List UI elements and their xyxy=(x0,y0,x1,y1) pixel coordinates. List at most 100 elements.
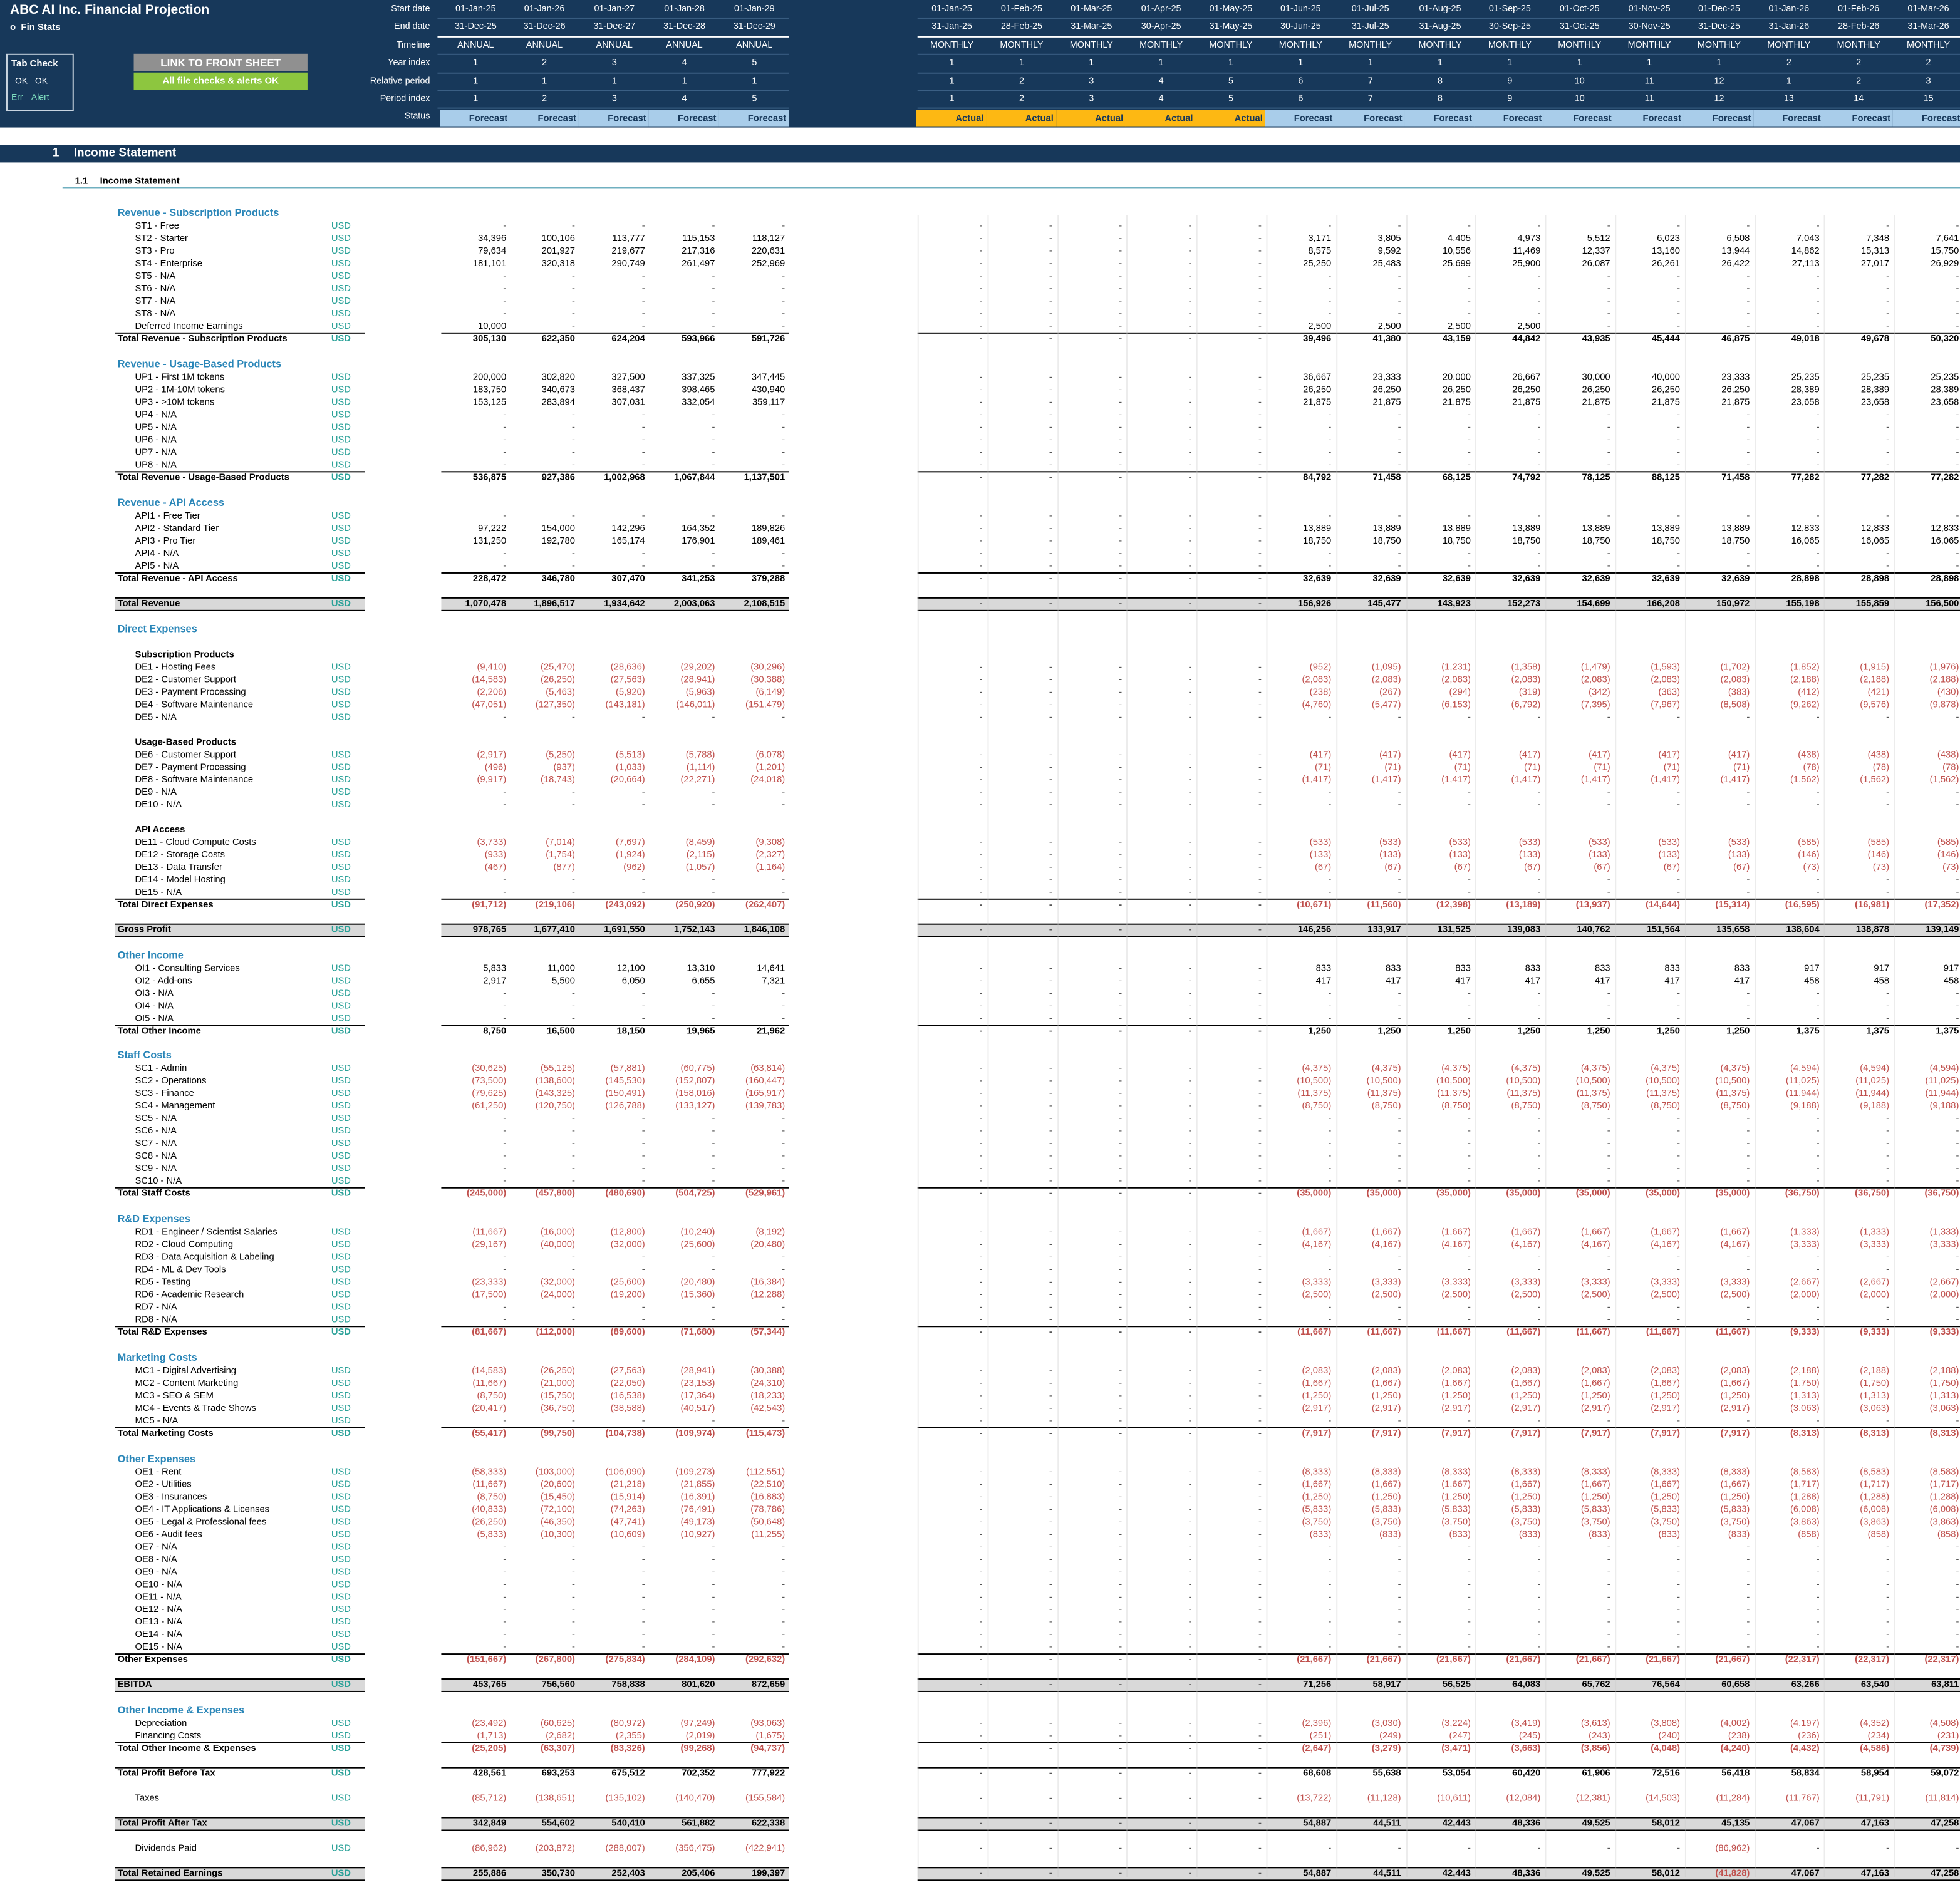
annual-value-cell[interactable]: 18,150 xyxy=(580,1025,645,1037)
annual-value-cell[interactable]: - xyxy=(580,282,645,295)
monthly-value-cell[interactable]: - xyxy=(987,874,1052,886)
monthly-value-cell[interactable]: (6,008) xyxy=(1894,1504,1959,1516)
annual-value-cell[interactable]: - xyxy=(510,295,575,307)
monthly-value-cell[interactable]: - xyxy=(1545,1553,1610,1566)
annual-value-cell[interactable]: 398,465 xyxy=(650,384,715,396)
monthly-value-cell[interactable]: (10,500) xyxy=(1336,1075,1401,1087)
monthly-value-cell[interactable]: 78,125 xyxy=(1545,471,1610,483)
monthly-value-cell[interactable]: (11,944) xyxy=(1824,1087,1889,1100)
monthly-value-cell[interactable]: (833) xyxy=(1406,1529,1470,1541)
annual-value-cell[interactable]: (504,725) xyxy=(650,1187,715,1200)
monthly-value-cell[interactable]: (14,503) xyxy=(1615,1792,1680,1805)
monthly-value-cell[interactable]: - xyxy=(1127,471,1192,483)
monthly-value-cell[interactable]: (9,188) xyxy=(1755,1100,1820,1112)
monthly-value-cell[interactable]: (11,667) xyxy=(1336,1326,1401,1338)
annual-value-cell[interactable]: (63,307) xyxy=(510,1742,575,1755)
annual-value-cell[interactable]: 113,777 xyxy=(580,232,645,245)
annual-value-cell[interactable]: - xyxy=(441,220,506,232)
annual-value-cell[interactable]: - xyxy=(720,1313,785,1326)
annual-value-cell[interactable]: 428,561 xyxy=(441,1767,506,1780)
annual-value-cell[interactable]: (480,690) xyxy=(580,1187,645,1200)
monthly-value-cell[interactable]: - xyxy=(918,1479,983,1491)
monthly-value-cell[interactable]: - xyxy=(1266,1251,1331,1264)
monthly-value-cell[interactable]: - xyxy=(1127,1516,1192,1529)
monthly-value-cell[interactable]: - xyxy=(1127,1616,1192,1628)
monthly-value-cell[interactable]: - xyxy=(1127,1390,1192,1402)
monthly-value-cell[interactable]: - xyxy=(1476,1591,1540,1603)
annual-value-cell[interactable]: (133,127) xyxy=(650,1100,715,1112)
annual-value-cell[interactable]: - xyxy=(650,711,715,723)
monthly-value-cell[interactable]: - xyxy=(987,1288,1052,1301)
monthly-value-cell[interactable]: - xyxy=(1196,421,1262,433)
monthly-value-cell[interactable]: - xyxy=(918,1112,983,1125)
monthly-value-cell[interactable]: - xyxy=(1615,1603,1680,1616)
monthly-value-cell[interactable]: (1,313) xyxy=(1824,1390,1889,1402)
monthly-value-cell[interactable]: (73) xyxy=(1824,861,1889,874)
monthly-value-cell[interactable]: - xyxy=(918,699,983,711)
annual-value-cell[interactable]: (22,510) xyxy=(720,1479,785,1491)
annual-value-cell[interactable]: - xyxy=(580,1641,645,1653)
annual-value-cell[interactable]: - xyxy=(650,987,715,999)
annual-value-cell[interactable]: (27,563) xyxy=(580,1365,645,1377)
monthly-value-cell[interactable]: - xyxy=(987,1402,1052,1415)
monthly-value-cell[interactable]: - xyxy=(1266,560,1331,572)
annual-value-cell[interactable]: 320,318 xyxy=(510,257,575,270)
annual-value-cell[interactable]: (89,600) xyxy=(580,1326,645,1338)
monthly-value-cell[interactable]: 417 xyxy=(1336,975,1401,988)
monthly-value-cell[interactable]: - xyxy=(1127,1326,1192,1338)
monthly-value-cell[interactable]: - xyxy=(1406,1616,1471,1628)
monthly-value-cell[interactable]: 131,525 xyxy=(1406,924,1471,936)
monthly-value-cell[interactable]: (3,333) xyxy=(1615,1276,1680,1288)
annual-value-cell[interactable]: - xyxy=(510,270,575,282)
monthly-value-cell[interactable]: (1,562) xyxy=(1755,773,1820,786)
monthly-value-cell[interactable]: (238) xyxy=(1266,686,1331,699)
annual-value-cell[interactable]: - xyxy=(441,1150,506,1162)
monthly-value-cell[interactable]: 20,000 xyxy=(1406,371,1471,384)
monthly-value-cell[interactable]: - xyxy=(1685,1112,1750,1125)
annual-value-cell[interactable]: - xyxy=(720,1553,785,1566)
monthly-value-cell[interactable]: 61,906 xyxy=(1545,1767,1610,1780)
annual-value-cell[interactable]: (27,563) xyxy=(580,674,645,686)
monthly-value-cell[interactable]: 40,000 xyxy=(1615,371,1680,384)
monthly-value-cell[interactable]: 1,375 xyxy=(1894,1025,1959,1037)
monthly-value-cell[interactable]: - xyxy=(918,1427,983,1440)
monthly-value-cell[interactable]: (3,471) xyxy=(1406,1742,1471,1755)
monthly-value-cell[interactable]: (1,667) xyxy=(1266,1226,1332,1239)
monthly-value-cell[interactable]: - xyxy=(1336,1175,1401,1187)
monthly-value-cell[interactable]: - xyxy=(987,1415,1052,1427)
monthly-value-cell[interactable]: - xyxy=(1755,1162,1820,1175)
monthly-value-cell[interactable]: 43,159 xyxy=(1406,333,1471,345)
annual-value-cell[interactable]: (18,233) xyxy=(720,1390,785,1402)
monthly-value-cell[interactable]: (2,188) xyxy=(1755,1365,1820,1377)
monthly-value-cell[interactable]: 44,842 xyxy=(1476,333,1540,345)
monthly-value-cell[interactable]: - xyxy=(918,1466,983,1479)
annual-value-cell[interactable]: - xyxy=(510,1125,575,1137)
monthly-value-cell[interactable]: 5,512 xyxy=(1545,232,1610,245)
monthly-value-cell[interactable]: (3,333) xyxy=(1476,1276,1541,1288)
annual-value-cell[interactable]: (109,273) xyxy=(650,1466,715,1479)
monthly-value-cell[interactable]: (3,063) xyxy=(1755,1402,1820,1415)
monthly-value-cell[interactable]: - xyxy=(1685,270,1750,282)
annual-value-cell[interactable]: 131,250 xyxy=(441,535,506,547)
monthly-value-cell[interactable]: - xyxy=(1057,1162,1122,1175)
monthly-value-cell[interactable]: - xyxy=(1336,1301,1401,1313)
monthly-value-cell[interactable]: - xyxy=(1476,421,1540,433)
monthly-value-cell[interactable]: (8,333) xyxy=(1336,1466,1401,1479)
annual-value-cell[interactable]: - xyxy=(510,282,575,295)
monthly-value-cell[interactable]: - xyxy=(1057,1377,1122,1390)
monthly-value-cell[interactable]: - xyxy=(918,421,983,433)
annual-value-cell[interactable]: - xyxy=(510,1251,575,1264)
monthly-value-cell[interactable]: - xyxy=(987,396,1052,409)
annual-value-cell[interactable]: (16,883) xyxy=(720,1491,785,1504)
monthly-value-cell[interactable]: (1,417) xyxy=(1615,773,1680,786)
monthly-value-cell[interactable]: - xyxy=(918,1529,983,1541)
monthly-value-cell[interactable]: - xyxy=(1266,798,1331,811)
annual-value-cell[interactable]: (1,754) xyxy=(510,849,575,861)
monthly-value-cell[interactable]: - xyxy=(1127,1767,1192,1780)
annual-value-cell[interactable]: 252,969 xyxy=(720,257,785,270)
monthly-value-cell[interactable]: - xyxy=(987,446,1052,458)
annual-value-cell[interactable]: (93,063) xyxy=(720,1717,785,1730)
monthly-value-cell[interactable]: 26,250 xyxy=(1336,384,1401,396)
monthly-value-cell[interactable]: - xyxy=(1057,1678,1122,1691)
monthly-value-cell[interactable]: (8,750) xyxy=(1336,1100,1401,1112)
